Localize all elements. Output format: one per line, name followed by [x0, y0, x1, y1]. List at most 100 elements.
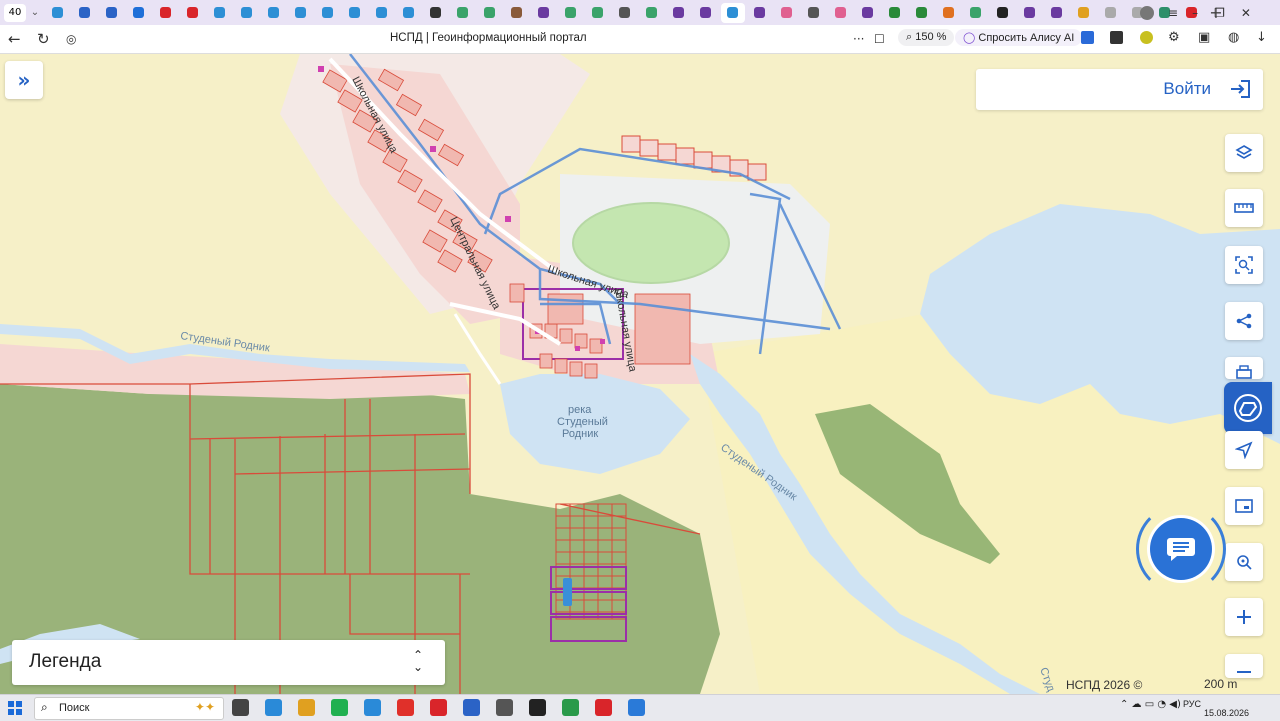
browser-tab[interactable] [910, 3, 934, 23]
browser-tab[interactable] [1018, 3, 1042, 23]
taskbar-app-icon[interactable] [595, 699, 612, 716]
favicon-icon [727, 7, 738, 18]
site-info-icon[interactable]: ◎ [66, 32, 76, 46]
browser-tab[interactable] [478, 3, 502, 23]
browser-tab[interactable] [505, 3, 529, 23]
browser-tab[interactable] [964, 3, 988, 23]
collections-icon[interactable]: ▣ [1198, 30, 1210, 45]
tab-counter[interactable]: 40 [4, 3, 26, 22]
legend-panel[interactable]: Легенда ⌃ ⌄ [12, 640, 445, 685]
taskbar-app-icon[interactable] [562, 699, 579, 716]
browser-tab[interactable] [289, 3, 313, 23]
browser-tab[interactable] [613, 3, 637, 23]
share-button[interactable] [1225, 302, 1263, 340]
measure-button[interactable] [1225, 189, 1263, 227]
browser-tab[interactable] [802, 3, 826, 23]
date-label[interactable]: 15.08.2026 [1204, 708, 1249, 718]
browser-tab[interactable] [720, 2, 745, 23]
browser-tab[interactable] [73, 3, 97, 23]
downloads-icon[interactable]: ↓ [1256, 30, 1267, 45]
browser-tab[interactable] [370, 3, 394, 23]
browser-tab[interactable] [748, 3, 772, 23]
browser-tab[interactable] [235, 3, 259, 23]
print-button[interactable] [1225, 357, 1263, 379]
extension-icon[interactable] [1110, 31, 1123, 44]
menu-icon[interactable]: ≡ [1168, 6, 1178, 20]
browser-tab[interactable] [640, 3, 664, 23]
expand-collapse-icon[interactable]: ⌃ ⌄ [413, 649, 423, 673]
browser-tab[interactable] [829, 3, 853, 23]
browser-tab[interactable] [1072, 3, 1096, 23]
ask-alice-button[interactable]: ◯ Спросить Алису AI [955, 29, 1083, 46]
tray-icons[interactable]: ⌃ ☁ ▭ ◔ ◀) [1120, 699, 1181, 710]
browser-tab[interactable] [937, 3, 961, 23]
minimap-button[interactable] [1225, 487, 1263, 525]
browser-tab[interactable] [451, 3, 475, 23]
taskbar-app-icon[interactable] [232, 699, 249, 716]
browser-tab[interactable] [775, 3, 799, 23]
windows-start-icon[interactable] [8, 701, 22, 715]
taskbar-app-icon[interactable] [496, 699, 513, 716]
back-icon[interactable]: ← [8, 30, 21, 48]
browser-tab[interactable] [883, 3, 907, 23]
browser-tab[interactable] [424, 3, 448, 23]
tab-list-chevron-icon[interactable]: ⌄ [26, 7, 44, 18]
browser-tab[interactable] [397, 3, 421, 23]
minimize-icon[interactable]: – [1192, 6, 1198, 20]
browser-tab[interactable] [181, 3, 205, 23]
language-indicator[interactable]: РУС [1183, 699, 1201, 709]
zoom-in-button[interactable] [1225, 598, 1263, 636]
taskbar-app-icon[interactable] [265, 699, 282, 716]
profile-icon[interactable] [1140, 5, 1154, 20]
zoom-indicator[interactable]: ⌕ 150 % [898, 29, 955, 46]
geolocation-button[interactable] [1225, 431, 1263, 469]
browser-tab[interactable] [559, 3, 583, 23]
browser-tab[interactable] [991, 3, 1015, 23]
taskbar-app-icon[interactable] [430, 699, 447, 716]
print-icon [1236, 365, 1252, 379]
browser-tab[interactable] [154, 3, 178, 23]
browser-tab[interactable] [262, 3, 286, 23]
more-icon[interactable]: ··· [853, 32, 864, 46]
taskbar-app-icon[interactable] [463, 699, 480, 716]
profile-icon[interactable]: ◍ [1228, 30, 1239, 45]
browser-tab[interactable] [667, 3, 691, 23]
taskbar-app-icon[interactable] [298, 699, 315, 716]
browser-tab[interactable] [343, 3, 367, 23]
zoom-out-button[interactable] [1225, 654, 1263, 678]
browser-tab[interactable] [208, 3, 232, 23]
taskbar-app-icon[interactable] [397, 699, 414, 716]
favicon-icon [700, 7, 711, 18]
nspd-assistant-button[interactable] [1224, 382, 1272, 434]
browser-tab[interactable] [46, 3, 70, 23]
extensions-icon[interactable]: ⚙ [1168, 30, 1180, 45]
browser-tab[interactable] [1099, 3, 1123, 23]
taskbar-app-icon[interactable] [529, 699, 546, 716]
extension-icon[interactable] [1081, 31, 1094, 44]
browser-tab[interactable] [127, 3, 151, 23]
taskbar-app-icon[interactable] [628, 699, 645, 716]
browser-tab[interactable] [586, 3, 610, 23]
map-canvas[interactable]: Школьная улица Центральная улица Школьна… [0, 54, 1280, 694]
browser-tab[interactable] [694, 3, 718, 23]
close-icon[interactable]: ✕ [1241, 6, 1251, 20]
restore-icon[interactable]: ❐ [1214, 6, 1225, 20]
login-button[interactable]: Войти [976, 69, 1263, 110]
taskbar-app-icon[interactable] [364, 699, 381, 716]
page-title[interactable]: НСПД | Геоинформационный портал [390, 32, 587, 44]
taskbar-search[interactable]: ⌕ Поиск ✦✦ [34, 697, 224, 720]
browser-tab[interactable] [1045, 3, 1069, 23]
browser-tab[interactable] [316, 3, 340, 23]
taskbar-app-icon[interactable] [331, 699, 348, 716]
search-area-button[interactable] [1225, 246, 1263, 284]
extension-icon[interactable] [1140, 31, 1153, 44]
browser-tab[interactable] [856, 3, 880, 23]
browser-tab[interactable] [532, 3, 556, 23]
locate-search-button[interactable] [1225, 543, 1263, 581]
browser-tab[interactable] [100, 3, 124, 23]
reload-icon[interactable]: ↻ [37, 30, 50, 48]
chat-button[interactable] [1150, 518, 1212, 580]
expand-sidebar-button[interactable]: » [5, 61, 43, 99]
bookmark-icon[interactable]: ☐ [874, 32, 885, 46]
layers-button[interactable] [1225, 134, 1263, 172]
